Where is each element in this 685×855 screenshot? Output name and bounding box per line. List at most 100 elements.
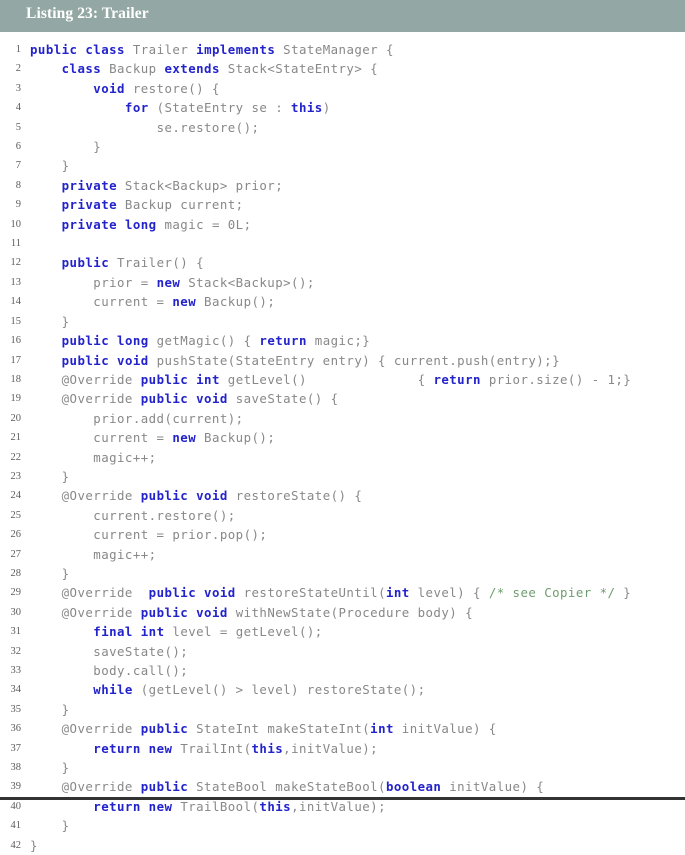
code-line-source: prior.add(current); <box>30 410 244 426</box>
code-line: 25 current.restore(); <box>0 506 685 525</box>
keyword-token: return <box>433 371 481 387</box>
code-line-source: body.call(); <box>30 663 189 678</box>
code-line-source: class Backup extends Stack<StateEntry> { <box>61 61 379 77</box>
code-line: 18 @Override public int getLevel() { ret… <box>0 370 685 389</box>
line-number: 32 <box>10 645 22 657</box>
keyword-token: private <box>61 197 118 213</box>
code-line-source: public long getMagic() { return magic;} <box>61 333 371 349</box>
code-line: 21 current = new Backup(); <box>0 428 685 447</box>
code-line: 12 public Trailer() { <box>0 253 685 272</box>
line-number: 33 <box>10 665 22 676</box>
code-line: 27 magic++; <box>0 545 685 564</box>
listing-caption-label: Listing 23: Trailer <box>26 5 149 22</box>
code-line: 9 private Backup current; <box>0 195 685 214</box>
code-line-source: @Override public void restoreState() { <box>30 488 363 504</box>
line-number: 42 <box>10 839 22 851</box>
keyword-token: public <box>140 721 189 737</box>
keyword-token: int <box>140 624 165 640</box>
code-listing-figure: Listing 23: Trailer 1 public class Traile… <box>0 0 685 853</box>
line-number: 11 <box>10 238 21 250</box>
code-line: 7 } <box>0 156 685 175</box>
code-line-source: @Override public void saveState() { <box>30 391 339 407</box>
line-number: 35 <box>10 703 22 715</box>
code-line: 15 } <box>0 312 685 331</box>
line-number: 13 <box>10 276 22 288</box>
code-line-source: @Override public StateInt makeStateInt(i… <box>30 721 497 737</box>
code-line-source: public class Trailer implements StateMan… <box>30 42 394 57</box>
line-number: 37 <box>10 742 22 754</box>
line-number: 23 <box>10 470 22 482</box>
code-line-source: } <box>30 313 70 329</box>
code-line: 6 } <box>0 137 685 156</box>
keyword-token: for <box>124 100 149 116</box>
keyword-token: class <box>85 42 125 57</box>
code-line-source: saveState(); <box>30 643 189 659</box>
code-line: 3 void restore() { <box>0 79 685 98</box>
line-number: 28 <box>10 567 22 579</box>
code-line-source: public Trailer() { <box>61 255 205 271</box>
line-number: 25 <box>10 509 22 521</box>
keyword-token: return <box>93 740 141 756</box>
code-line-source: } <box>30 158 70 174</box>
code-line-source: @Override public StateBool makeStateBool… <box>30 779 545 795</box>
code-line: 39 @Override public StateBool makeStateB… <box>0 777 685 796</box>
code-line-source: for (StateEntry se : this) <box>124 100 331 116</box>
line-number: 22 <box>10 451 22 463</box>
line-number: 16 <box>10 335 22 347</box>
keyword-token: final <box>93 624 133 640</box>
keyword-token: private <box>61 177 118 193</box>
keyword-token: public <box>140 779 189 795</box>
keyword-token: this <box>259 798 292 814</box>
line-number: 34 <box>10 684 22 696</box>
keyword-token: public <box>61 352 110 368</box>
code-line: 29 @Override public void restoreStateUnt… <box>0 583 685 602</box>
keyword-token: new <box>148 740 173 756</box>
code-line: 23 } <box>0 467 685 486</box>
line-number: 6 <box>15 141 21 153</box>
code-line-source: @Override public void restoreStateUntil(… <box>30 585 632 601</box>
line-number: 8 <box>15 179 21 191</box>
code-line-source: return new TrailInt(this,initValue); <box>93 740 379 756</box>
keyword-token: void <box>117 352 149 368</box>
code-line-source: while (getLevel() > level) restoreState(… <box>93 682 426 698</box>
line-number: 26 <box>10 529 22 541</box>
line-number: 15 <box>10 315 22 327</box>
line-number: 24 <box>10 490 22 502</box>
code-line-source: } <box>30 468 70 484</box>
line-number: 36 <box>10 723 22 735</box>
code-line-source: } <box>30 818 70 834</box>
keyword-token: public <box>140 604 189 620</box>
keyword-token: new <box>172 294 197 310</box>
keyword-token: public <box>140 488 189 504</box>
comment-token: /* see Copier */ <box>488 585 616 601</box>
code-line-source: } <box>30 837 38 853</box>
line-number: 17 <box>10 354 22 366</box>
line-number: 38 <box>10 762 22 774</box>
keyword-token: public <box>148 585 197 601</box>
code-line: 33 body.call(); <box>0 661 685 680</box>
line-number: 41 <box>10 820 22 832</box>
code-line-source: } <box>30 139 102 155</box>
keyword-token: while <box>93 682 133 698</box>
keyword-token: public <box>140 371 189 387</box>
keyword-token: void <box>196 391 228 407</box>
keyword-token: void <box>204 585 236 601</box>
keyword-token: void <box>196 488 228 504</box>
code-line: 19 @Override public void saveState() { <box>0 389 685 408</box>
code-line-source: } <box>30 565 70 581</box>
keyword-token: void <box>93 80 125 96</box>
code-line-source: private long magic = 0L; <box>61 216 252 232</box>
code-line: 1 public class Trailer implements StateMa… <box>0 40 685 59</box>
code-line: 34 while (getLevel() > level) restoreSta… <box>0 680 685 699</box>
code-line: 5 se.restore(); <box>0 118 685 137</box>
keyword-token: long <box>117 333 149 349</box>
listing-caption-bar: Listing 23: Trailer <box>0 0 685 32</box>
code-line: 10 private long magic = 0L; <box>0 215 685 234</box>
code-line-source: magic++; <box>30 449 157 465</box>
code-line: 31 final int level = getLevel(); <box>0 622 685 641</box>
code-line-source: } <box>30 760 70 776</box>
keyword-token: void <box>196 604 228 620</box>
keyword-token: new <box>172 430 197 446</box>
line-number: 29 <box>10 587 22 599</box>
line-number: 14 <box>10 296 22 308</box>
